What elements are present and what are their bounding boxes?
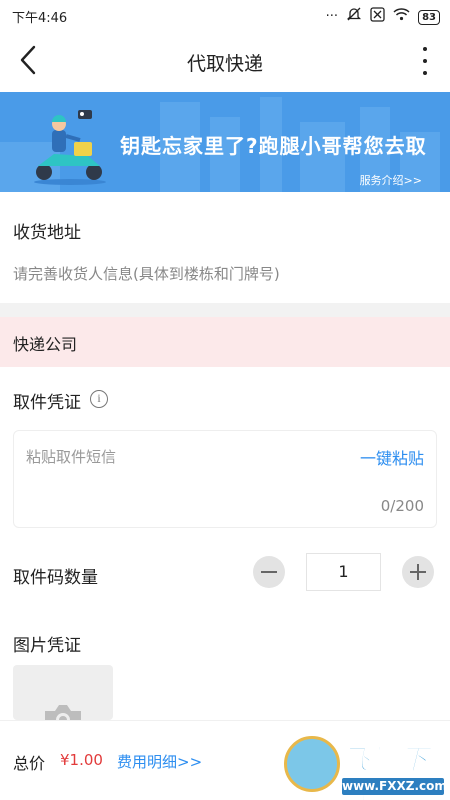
pickup-voucher-title: 取件凭证 (13, 393, 81, 413)
total-price: ¥1.00 (60, 751, 103, 769)
watermark-url: www.FXXZ.com (342, 778, 447, 795)
section-divider (0, 303, 450, 317)
status-icons: ··· 83 (326, 6, 440, 28)
fee-detail-link[interactable]: 费用明细>> (117, 751, 202, 772)
sim-off-icon (370, 6, 385, 28)
watermark-logo: 飞翔下载 www.FXXZ.com (280, 730, 450, 800)
more-button[interactable] (420, 44, 430, 78)
code-count-label: 取件码数量 (13, 568, 98, 588)
more-vertical-icon (423, 47, 427, 51)
courier-company-label: 快递公司 (13, 335, 78, 354)
info-icon[interactable]: i (90, 390, 108, 408)
signal-dots-icon: ··· (325, 9, 339, 24)
total-label: 总价 (13, 754, 46, 773)
page-title: 代取快递 (186, 53, 263, 75)
status-bar: 下午4:46 ··· 83 (0, 0, 450, 30)
char-counter: 0/200 (380, 497, 424, 515)
banner-slogan: 钥匙忘家里了?跑腿小哥帮您去取 (120, 134, 427, 158)
quantity-stepper-value[interactable]: 1 (306, 553, 381, 591)
address-input[interactable]: 请完善收货人信息(具体到楼栋和门牌号) (13, 263, 280, 284)
watermark-emblem-icon (284, 736, 340, 792)
promo-banner[interactable]: 钥匙忘家里了?跑腿小哥帮您去取 服务介绍>> (0, 92, 450, 192)
service-intro-link[interactable]: 服务介绍>> (360, 172, 422, 188)
address-section-title: 收货地址 (13, 223, 81, 243)
image-voucher-title: 图片凭证 (13, 636, 81, 656)
mute-icon (346, 6, 362, 28)
paste-button[interactable]: 一键粘贴 (360, 445, 424, 469)
sms-placeholder: 粘贴取件短信 (26, 448, 117, 466)
nav-bar: 代取快递 (0, 30, 450, 92)
courier-scooter-icon (34, 110, 106, 185)
wifi-icon (393, 7, 410, 27)
decrement-button[interactable] (253, 556, 285, 588)
battery-icon: 83 (418, 9, 440, 25)
courier-company-row[interactable]: 快递公司 (0, 317, 450, 367)
image-upload-button[interactable] (13, 665, 113, 720)
sms-textarea[interactable]: 粘贴取件短信 一键粘贴 0/200 (13, 430, 437, 528)
camera-icon (45, 705, 81, 720)
status-time: 下午4:46 (12, 11, 68, 26)
increment-button[interactable] (402, 556, 434, 588)
